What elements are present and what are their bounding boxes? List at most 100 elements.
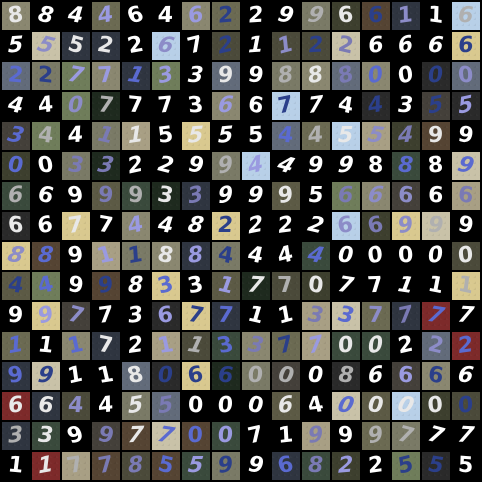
digit-glyph: 7 [97,302,115,330]
digit-tile: 3 [62,152,90,180]
digit-tile: 7 [422,422,450,450]
digit-tile: 9 [212,182,240,210]
digit-glyph: 9 [307,422,325,450]
digit-glyph: 6 [457,2,475,29]
digit-tile: 0 [302,362,330,390]
digit-tile: 1 [62,362,90,390]
digit-tile: 6 [212,362,240,390]
digit-tile: 0 [362,392,390,420]
digit-glyph: 9 [66,272,86,300]
digit-tile: 4 [2,272,30,300]
digit-tile: 2 [122,332,150,360]
digit-tile: 2 [242,2,270,30]
digit-tile: 6 [362,32,390,60]
digit-glyph: 5 [8,32,24,59]
digit-tile: 1 [422,2,450,30]
digit-tile: 7 [362,302,390,330]
digit-tile: 6 [182,2,210,30]
digit-glyph: 6 [37,182,55,210]
digit-glyph: 9 [337,152,356,179]
digit-glyph: 1 [6,452,26,479]
digit-tile: 5 [422,92,450,120]
digit-tile: 2 [122,152,150,180]
digit-glyph: 9 [244,452,268,479]
digit-glyph: 0 [427,242,445,270]
digit-glyph: 7 [97,212,115,240]
digit-tile: 4 [62,392,90,420]
digit-tile: 3 [182,182,210,210]
digit-glyph: 4 [273,152,299,180]
digit-tile: 6 [422,182,450,210]
digit-glyph: 8 [427,152,445,179]
digit-glyph: 0 [308,362,324,389]
digit-glyph: 9 [6,303,26,328]
digit-glyph: 0 [216,423,235,448]
digit-tile: 5 [122,392,150,420]
digit-tile: 9 [92,182,120,210]
digit-glyph: 7 [128,92,144,119]
digit-glyph: 9 [276,2,297,30]
digit-glyph: 7 [185,32,207,60]
digit-tile: 2 [272,212,300,240]
digit-tile: 9 [242,182,270,210]
digit-tile: 0 [332,332,360,360]
digit-tile: 6 [182,362,210,390]
digit-glyph: 6 [368,3,384,28]
digit-glyph: 6 [397,182,415,210]
digit-tile: 6 [392,32,420,60]
digit-tile: 9 [302,152,330,180]
digit-tile: 8 [2,242,30,270]
digit-tile: 6 [2,212,30,240]
digit-tile: 0 [2,152,30,180]
digit-tile: 6 [332,182,360,210]
digit-glyph: 6 [124,2,148,30]
digit-tile: 7 [92,212,120,240]
digit-glyph: 7 [217,302,235,329]
digit-tile: 9 [332,422,360,450]
digit-tile: 3 [2,422,30,450]
digit-tile: 1 [422,272,450,300]
digit-tile: 4 [32,272,60,300]
digit-tile: 6 [32,392,60,420]
digit-glyph: 3 [158,182,174,210]
digit-glyph: 8 [128,272,144,299]
digit-tile: 5 [182,122,210,150]
digit-glyph: 9 [217,152,235,180]
digit-glyph: 2 [125,32,147,60]
digit-glyph: 6 [246,92,266,120]
digit-glyph: 1 [396,272,416,299]
digit-glyph: 8 [36,2,56,30]
digit-tile: 2 [32,62,60,90]
digit-glyph: 4 [37,92,55,120]
digit-tile: 2 [242,212,270,240]
digit-tile: 5 [422,452,450,480]
digit-glyph: 8 [37,242,55,269]
digit-glyph: 2 [126,332,146,359]
digit-glyph: 1 [248,32,264,59]
digit-glyph: 4 [6,92,26,120]
digit-tile: 7 [212,302,240,330]
digit-glyph: 1 [127,122,145,150]
digit-tile: 0 [362,62,390,90]
digit-glyph: 0 [68,92,84,119]
digit-tile: 4 [302,392,330,420]
digit-glyph: 6 [217,362,235,389]
digit-glyph: 0 [427,62,445,89]
digit-tile: 4 [302,242,330,270]
digit-tile: 0 [422,62,450,90]
digit-tile: 7 [92,452,120,480]
digit-tile: 8 [302,62,330,90]
digit-tile: 2 [332,32,360,60]
digit-tile: 5 [152,452,180,480]
digit-glyph: 6 [187,2,205,29]
digit-tile: 4 [212,242,240,270]
digit-tile: 6 [452,182,480,210]
digit-glyph: 1 [36,332,56,359]
digit-tile: 1 [92,362,120,390]
digit-glyph: 5 [457,92,475,120]
digit-glyph: 3 [186,92,206,119]
digit-glyph: 8 [308,452,324,479]
digit-glyph: 3 [398,92,414,119]
digit-tile: 4 [62,122,90,150]
digit-tile: 2 [332,452,360,480]
